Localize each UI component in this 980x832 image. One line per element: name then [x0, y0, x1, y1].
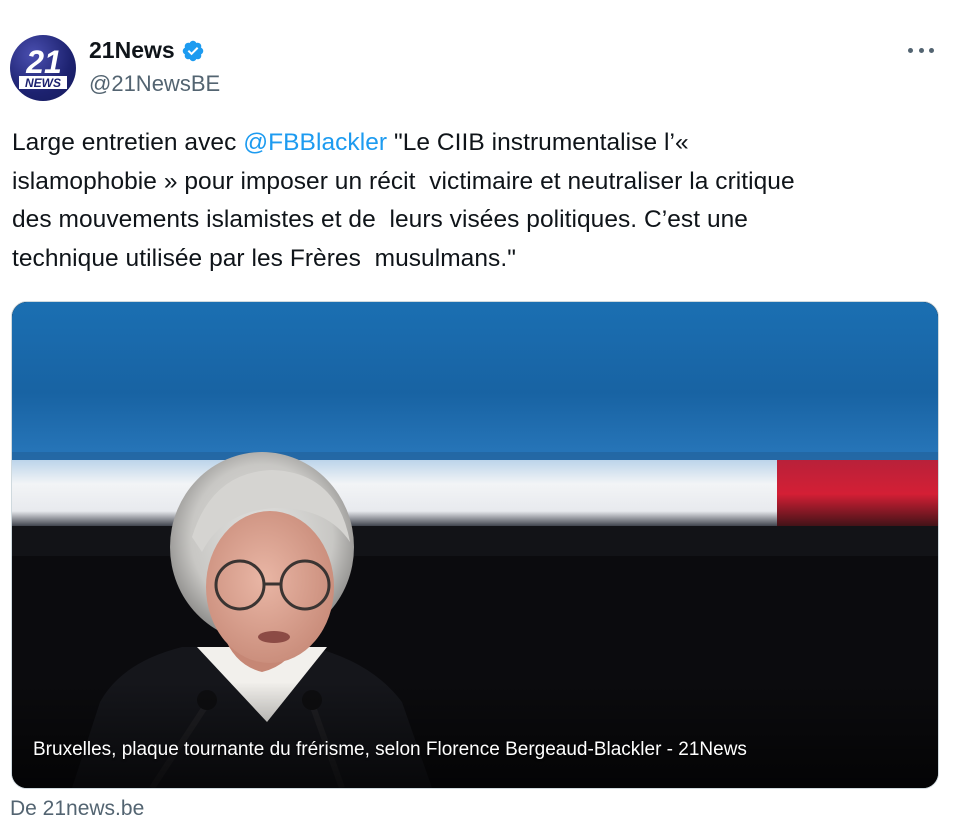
verified-badge-icon [182, 40, 203, 61]
tweet-line: technique utilisée par les Frères musulm… [12, 244, 516, 272]
card-photo [12, 302, 938, 788]
tweet-line: Large entretien avec @FBBlackler "Le CII… [12, 124, 952, 163]
avatar[interactable]: 21 NEWS [10, 35, 76, 101]
tweet-text-segment: "Le CIIB instrumentalise l’« [387, 129, 689, 156]
tweet-line: islamophobie » pour imposer un récit vic… [12, 167, 795, 195]
tweet-text: Large entretien avec @FBBlackler "Le CII… [12, 124, 952, 278]
tweet-line: des mouvements islamistes et de leurs vi… [12, 206, 748, 233]
card-source-link[interactable]: De 21news.be [10, 797, 144, 821]
more-options-icon[interactable] [908, 40, 934, 60]
dot [908, 47, 913, 53]
handle[interactable]: @21NewsBE [89, 71, 220, 97]
display-name-text: 21News [89, 37, 175, 63]
dot [929, 47, 934, 53]
avatar-logo-icon: 21 NEWS [19, 44, 67, 90]
mention-link[interactable]: @FBBlackler [243, 129, 387, 156]
tweet-text-segment: Large entretien avec [12, 129, 244, 156]
avatar-number: 21 [25, 44, 62, 80]
avatar-word: NEWS [25, 76, 61, 90]
link-card-image[interactable] [11, 301, 939, 789]
dot [918, 47, 924, 53]
display-name[interactable]: 21News [89, 37, 205, 64]
card-caption: Bruxelles, plaque tournante du frérisme,… [33, 739, 747, 760]
